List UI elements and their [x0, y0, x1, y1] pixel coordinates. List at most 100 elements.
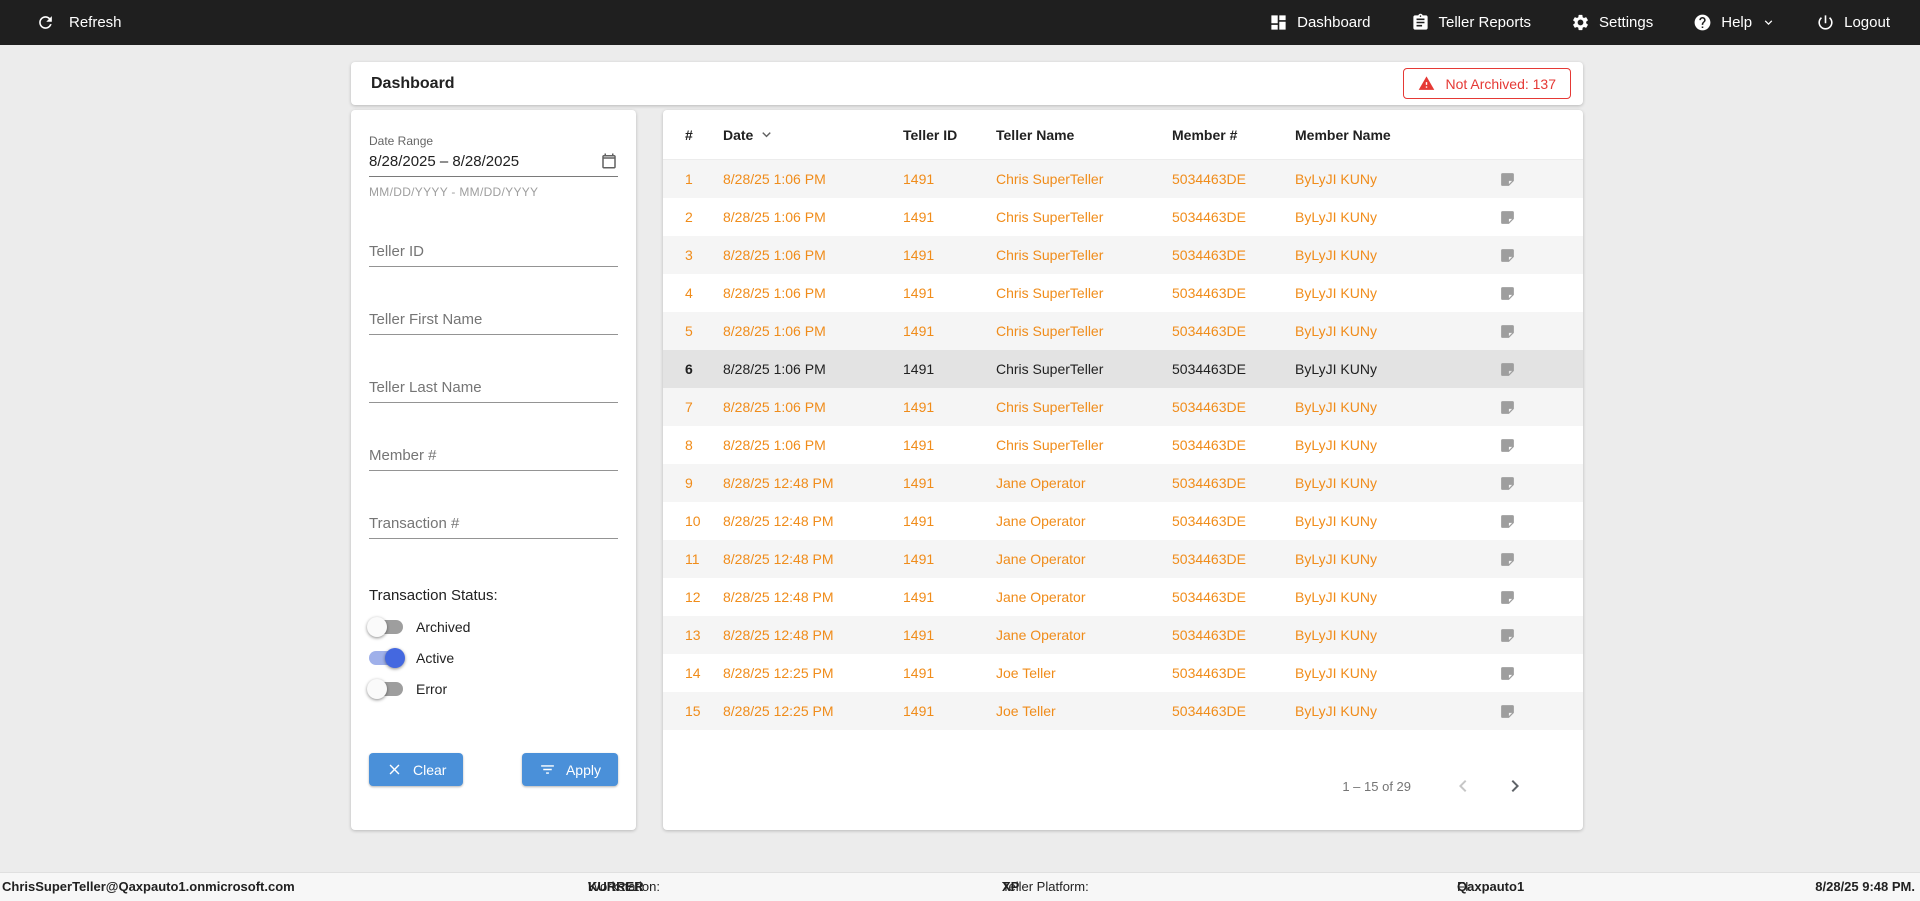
teller-id-input[interactable]: [369, 237, 618, 267]
table-row[interactable]: 11 8/28/25 12:48 PM 1491 Jane Operator 5…: [663, 540, 1583, 578]
toggle-error[interactable]: Error: [367, 679, 618, 699]
toggle-error-label: Error: [416, 681, 448, 697]
nav-help[interactable]: Help: [1693, 13, 1776, 32]
teller-last-name-input[interactable]: [369, 373, 618, 403]
cell-teller-id: 1491: [903, 209, 935, 225]
table-row[interactable]: 12 8/28/25 12:48 PM 1491 Jane Operator 5…: [663, 578, 1583, 616]
current-datetime: 8/28/25 9:48 PM.: [1815, 879, 1915, 894]
col-member-number: Member #: [1172, 126, 1238, 143]
note-icon[interactable]: [1499, 627, 1516, 644]
table-row[interactable]: 13 8/28/25 12:48 PM 1491 Jane Operator 5…: [663, 616, 1583, 654]
table-row[interactable]: 3 8/28/25 1:06 PM 1491 Chris SuperTeller…: [663, 236, 1583, 274]
cell-date: 8/28/25 1:06 PM: [723, 171, 826, 187]
table-row[interactable]: 1 8/28/25 1:06 PM 1491 Chris SuperTeller…: [663, 160, 1583, 198]
cell-teller-id: 1491: [903, 323, 935, 339]
cell-number: 3: [685, 247, 693, 263]
previous-page-icon[interactable]: [1451, 774, 1475, 798]
note-icon[interactable]: [1499, 399, 1516, 416]
table-row[interactable]: 8 8/28/25 1:06 PM 1491 Chris SuperTeller…: [663, 426, 1583, 464]
cell-number: 5: [685, 323, 693, 339]
table-body: 1 8/28/25 1:06 PM 1491 Chris SuperTeller…: [663, 160, 1583, 730]
table-row[interactable]: 15 8/28/25 12:25 PM 1491 Joe Teller 5034…: [663, 692, 1583, 730]
cell-date: 8/28/25 1:06 PM: [723, 437, 826, 453]
warning-icon: [1419, 76, 1435, 90]
cell-number: 13: [685, 627, 701, 643]
cell-member-number: 5034463DE: [1172, 551, 1246, 567]
page-title: Dashboard: [371, 74, 455, 92]
toggle-track: [367, 679, 403, 699]
cell-teller-name: Chris SuperTeller: [996, 247, 1104, 263]
note-icon[interactable]: [1499, 665, 1516, 682]
note-icon[interactable]: [1499, 247, 1516, 264]
apply-button[interactable]: Apply: [521, 753, 618, 786]
cell-teller-name: Jane Operator: [996, 513, 1086, 529]
toggle-active[interactable]: Active: [369, 648, 618, 668]
nav-settings[interactable]: Settings: [1571, 13, 1653, 32]
note-icon[interactable]: [1499, 171, 1516, 188]
table-row[interactable]: 7 8/28/25 1:06 PM 1491 Chris SuperTeller…: [663, 388, 1583, 426]
note-icon[interactable]: [1499, 513, 1516, 530]
table-row[interactable]: 4 8/28/25 1:06 PM 1491 Chris SuperTeller…: [663, 274, 1583, 312]
cell-teller-name: Joe Teller: [996, 703, 1056, 719]
cell-member-number: 5034463DE: [1172, 209, 1246, 225]
cell-member-name: ByLyJI KUNy: [1295, 665, 1377, 681]
cell-number: 2: [685, 209, 693, 225]
cell-number: 14: [685, 665, 701, 681]
table-row[interactable]: 9 8/28/25 12:48 PM 1491 Jane Operator 50…: [663, 464, 1583, 502]
cell-member-name: ByLyJI KUNy: [1295, 589, 1377, 605]
logged-in-user: ChrisSuperTeller@Qaxpauto1.onmicrosoft.c…: [2, 879, 295, 894]
chevron-down-icon: [1764, 20, 1773, 25]
teller-first-name-input[interactable]: [369, 305, 618, 335]
cell-member-name: ByLyJI KUNy: [1295, 171, 1377, 187]
table-row[interactable]: 10 8/28/25 12:48 PM 1491 Jane Operator 5…: [663, 502, 1583, 540]
col-teller-id: Teller ID: [903, 126, 958, 143]
toggle-track: [369, 648, 405, 668]
transaction-number-input[interactable]: [369, 509, 618, 539]
cell-teller-id: 1491: [903, 285, 935, 301]
cell-teller-name: Chris SuperTeller: [996, 285, 1104, 301]
clear-button[interactable]: Clear: [369, 753, 464, 786]
cell-member-number: 5034463DE: [1172, 627, 1246, 643]
note-icon[interactable]: [1499, 475, 1516, 492]
not-archived-label: Not Archived: 137: [1445, 75, 1556, 92]
cell-teller-name: Chris SuperTeller: [996, 437, 1104, 453]
cell-number: 7: [685, 399, 693, 415]
refresh-button[interactable]: Refresh: [36, 13, 122, 32]
cell-teller-id: 1491: [903, 665, 935, 681]
note-icon[interactable]: [1499, 285, 1516, 302]
date-format-hint: MM/DD/YYYY - MM/DD/YYYY: [369, 185, 539, 199]
member-number-input[interactable]: [369, 441, 618, 471]
cell-member-number: 5034463DE: [1172, 247, 1246, 263]
cell-member-name: ByLyJI KUNy: [1295, 437, 1377, 453]
note-icon[interactable]: [1499, 361, 1516, 378]
nav-logout[interactable]: Logout: [1816, 13, 1890, 32]
cell-member-number: 5034463DE: [1172, 399, 1246, 415]
status-bar: ChrisSuperTeller@Qaxpauto1.onmicrosoft.c…: [0, 872, 1920, 901]
table-row[interactable]: 5 8/28/25 1:06 PM 1491 Chris SuperTeller…: [663, 312, 1583, 350]
date-range-input[interactable]: [369, 152, 579, 170]
table-row[interactable]: 6 8/28/25 1:06 PM 1491 Chris SuperTeller…: [663, 350, 1583, 388]
note-icon[interactable]: [1499, 209, 1516, 226]
cell-member-number: 5034463DE: [1172, 437, 1246, 453]
note-icon[interactable]: [1499, 703, 1516, 720]
cell-member-name: ByLyJI KUNy: [1295, 285, 1377, 301]
note-icon[interactable]: [1499, 323, 1516, 340]
pagination-range: 1 – 15 of 29: [1342, 778, 1411, 794]
nav-dashboard[interactable]: Dashboard: [1269, 13, 1371, 32]
dashboard-icon: [1271, 15, 1286, 30]
table-row[interactable]: 2 8/28/25 1:06 PM 1491 Chris SuperTeller…: [663, 198, 1583, 236]
table-row[interactable]: 14 8/28/25 12:25 PM 1491 Joe Teller 5034…: [663, 654, 1583, 692]
col-date-sort[interactable]: Date: [723, 126, 903, 143]
sort-descending-icon: [762, 132, 772, 138]
calendar-icon[interactable]: [600, 152, 618, 170]
teller-last-name-field: [369, 373, 618, 403]
cell-member-number: 5034463DE: [1172, 513, 1246, 529]
note-icon[interactable]: [1499, 589, 1516, 606]
pagination: 1 – 15 of 29: [663, 774, 1527, 798]
cell-number: 1: [685, 171, 693, 187]
note-icon[interactable]: [1499, 551, 1516, 568]
nav-teller-reports[interactable]: Teller Reports: [1411, 13, 1531, 32]
next-page-icon[interactable]: [1503, 774, 1527, 798]
note-icon[interactable]: [1499, 437, 1516, 454]
toggle-archived[interactable]: Archived: [367, 617, 618, 637]
